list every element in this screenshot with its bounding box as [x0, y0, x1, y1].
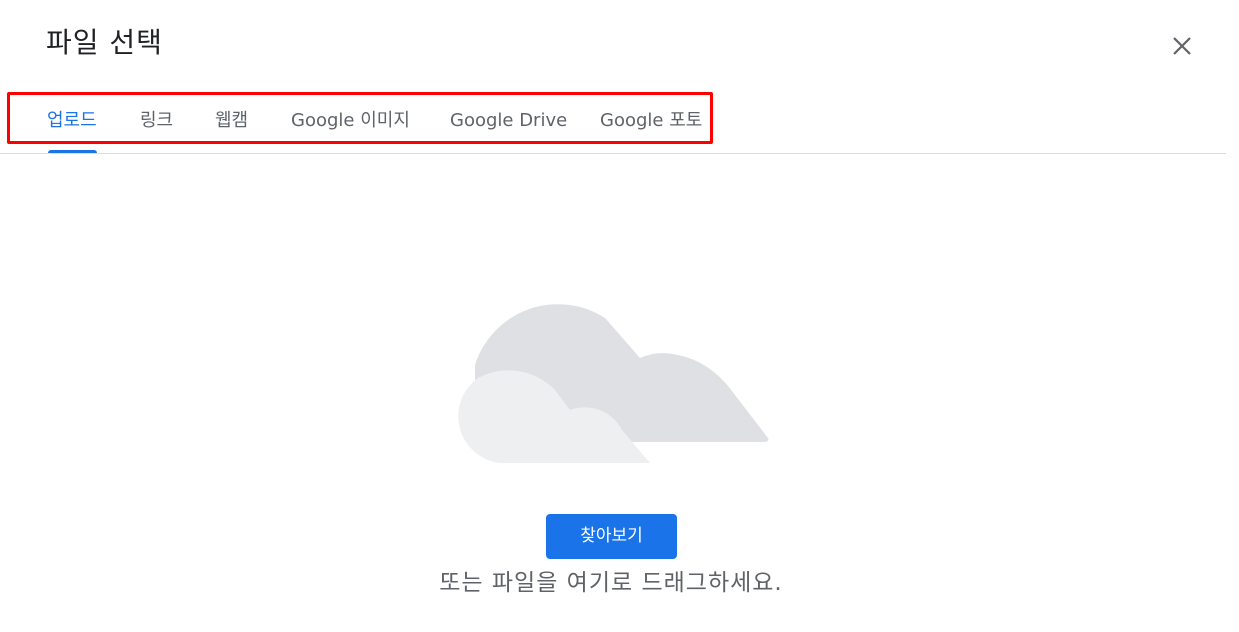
- close-icon: [1173, 37, 1191, 55]
- close-button[interactable]: [1166, 30, 1198, 62]
- drop-zone-text: 또는 파일을 여기로 드래그하세요.: [439, 570, 783, 596]
- file-picker-dialog: 파일 선택 업로드 링크 웹캠 Google 이미지 Google Drive …: [0, 0, 1239, 632]
- cloud-illustration: [458, 304, 769, 463]
- tabs-divider: [0, 153, 1226, 154]
- tab-upload[interactable]: 업로드: [47, 107, 97, 135]
- tab-google-drive[interactable]: Google Drive: [450, 107, 567, 135]
- tab-webcam[interactable]: 웹캠: [215, 107, 248, 135]
- tab-google-photos[interactable]: Google 포토: [600, 107, 702, 135]
- browse-button[interactable]: 찾아보기: [546, 514, 677, 559]
- tab-google-images[interactable]: Google 이미지: [291, 107, 410, 135]
- dialog-title: 파일 선택: [46, 26, 163, 59]
- tab-link[interactable]: 링크: [140, 107, 173, 135]
